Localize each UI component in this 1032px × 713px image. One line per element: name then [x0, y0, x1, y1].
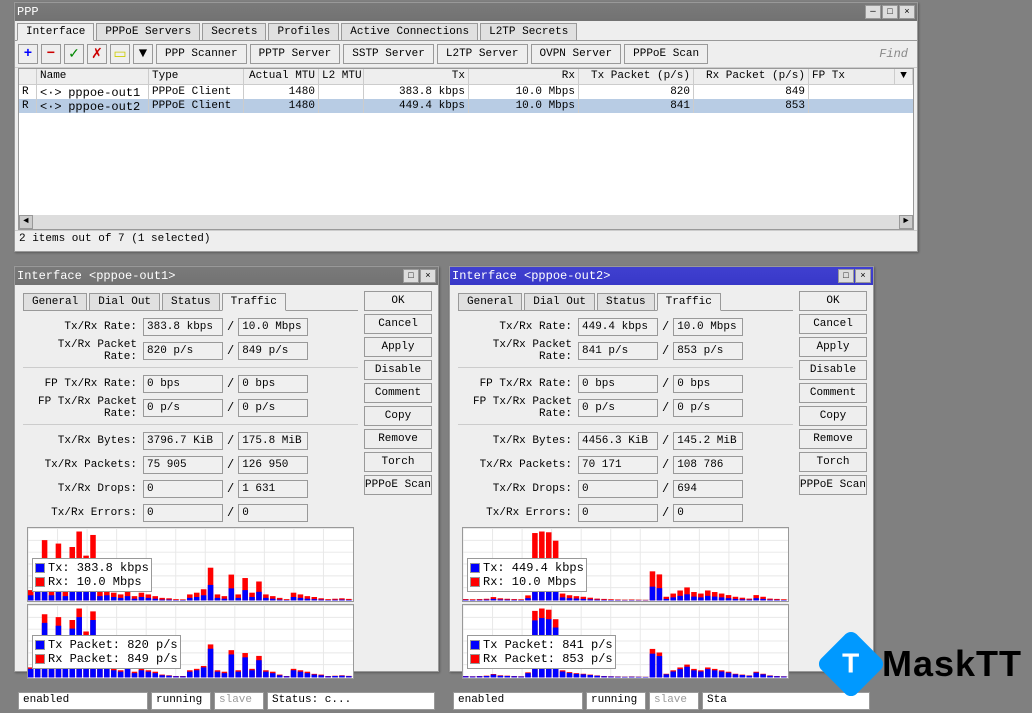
grid-header: Name Type Actual MTU L2 MTU Tx Rx Tx Pac… — [19, 69, 913, 85]
copy-button[interactable]: Copy — [799, 406, 867, 426]
packet-legend: Tx Packet: 841 p/s Rx Packet: 853 p/s — [467, 635, 616, 669]
h-scroll[interactable]: ◄ ► — [19, 215, 913, 229]
comment-button[interactable]: ▭ — [110, 44, 130, 64]
close-button[interactable]: × — [855, 269, 871, 283]
sub2-title: Interface <pppoe-out2> — [452, 269, 610, 283]
rx-rate — [238, 318, 308, 336]
tab-dial-out[interactable]: Dial Out — [524, 293, 595, 310]
col-fptx[interactable]: FP Tx — [809, 69, 895, 84]
tab-dial-out[interactable]: Dial Out — [89, 293, 160, 310]
col-name[interactable]: Name — [37, 69, 149, 84]
tab-status[interactable]: Status — [162, 293, 220, 310]
tab-traffic[interactable]: Traffic — [222, 293, 286, 311]
close-button[interactable]: × — [420, 269, 436, 283]
col-rxp[interactable]: Rx Packet (p/s) — [694, 69, 809, 84]
interface-out2-window: Interface <pppoe-out2> □ × General Dial … — [449, 266, 874, 672]
sub2-titlebar[interactable]: Interface <pppoe-out2> □ × — [450, 267, 873, 285]
pppoe-scan-button[interactable]: PPPoE Scan — [799, 475, 867, 495]
logo-badge-icon: T — [816, 629, 887, 700]
sub1-titlebar[interactable]: Interface <pppoe-out1> □ × — [15, 267, 438, 285]
col-tx[interactable]: Tx — [364, 69, 469, 84]
rx-prate — [238, 342, 308, 360]
maximize-button[interactable]: □ — [882, 5, 898, 19]
sub1-status: enabled running slave Status: c... — [15, 689, 438, 713]
col-type[interactable]: Type — [149, 69, 244, 84]
l2tp-server-button[interactable]: L2TP Server — [437, 44, 528, 64]
logo-text: MaskTT — [882, 643, 1022, 685]
cancel-button[interactable]: Cancel — [799, 314, 867, 334]
rate-chart: Tx: 383.8 kbps Rx: 10.0 Mbps — [27, 527, 354, 602]
tab-interface[interactable]: Interface — [17, 23, 94, 41]
interface-out1-window: Interface <pppoe-out1> □ × General Dial … — [14, 266, 439, 672]
col-l2mtu[interactable]: L2 MTU — [319, 69, 364, 84]
grid-body[interactable]: R <·> pppoe-out1 PPPoE Client 1480 383.8… — [19, 85, 913, 215]
cancel-button[interactable]: Cancel — [364, 314, 432, 334]
copy-button[interactable]: Copy — [364, 406, 432, 426]
rate-chart: Tx: 449.4 kbps Rx: 10.0 Mbps — [462, 527, 789, 602]
minimize-button[interactable]: ─ — [865, 5, 881, 19]
interface-grid: Name Type Actual MTU L2 MTU Tx Rx Tx Pac… — [18, 68, 914, 230]
remove-button[interactable]: Remove — [364, 429, 432, 449]
enable-button[interactable]: ✓ — [64, 44, 84, 64]
tab-general[interactable]: General — [23, 293, 87, 310]
find-field[interactable]: Find — [873, 47, 914, 61]
comment-button[interactable]: Comment — [799, 383, 867, 403]
ppp-tabs: Interface PPPoE Servers Secrets Profiles… — [15, 21, 917, 41]
disable-button[interactable]: Disable — [364, 360, 432, 380]
tab-secrets[interactable]: Secrets — [202, 23, 266, 40]
ppp-titlebar[interactable]: PPP ─ □ × — [15, 3, 917, 21]
remove-button[interactable]: − — [41, 44, 61, 64]
col-dropdown[interactable]: ▼ — [895, 69, 913, 84]
minimize-button[interactable]: □ — [838, 269, 854, 283]
tx-rate — [143, 318, 223, 336]
packet-chart: Tx Packet: 820 p/s Rx Packet: 849 p/s — [27, 604, 354, 679]
comment-button[interactable]: Comment — [364, 383, 432, 403]
tx-prate — [143, 342, 223, 360]
sstp-server-button[interactable]: SSTP Server — [343, 44, 434, 64]
tab-general[interactable]: General — [458, 293, 522, 310]
col-txp[interactable]: Tx Packet (p/s) — [579, 69, 694, 84]
sub1-title: Interface <pppoe-out1> — [17, 269, 175, 283]
ok-button[interactable]: OK — [364, 291, 432, 311]
col-mtu[interactable]: Actual MTU — [244, 69, 319, 84]
rate-legend: Tx: 449.4 kbps Rx: 10.0 Mbps — [467, 558, 587, 592]
tab-status[interactable]: Status — [597, 293, 655, 310]
disable-button[interactable]: ✗ — [87, 44, 107, 64]
rate-legend: Tx: 383.8 kbps Rx: 10.0 Mbps — [32, 558, 152, 592]
apply-button[interactable]: Apply — [799, 337, 867, 357]
apply-button[interactable]: Apply — [364, 337, 432, 357]
disable-button[interactable]: Disable — [799, 360, 867, 380]
table-row[interactable]: R <·> pppoe-out2 PPPoE Client 1480 449.4… — [19, 99, 913, 113]
tab-profiles[interactable]: Profiles — [268, 23, 339, 40]
tab-active-connections[interactable]: Active Connections — [341, 23, 478, 40]
ppp-scanner-button[interactable]: PPP Scanner — [156, 44, 247, 64]
sub2-status: enabled running slave Sta — [450, 689, 873, 713]
ovpn-server-button[interactable]: OVPN Server — [531, 44, 622, 64]
packet-chart: Tx Packet: 841 p/s Rx Packet: 853 p/s — [462, 604, 789, 679]
add-button[interactable]: + — [18, 44, 38, 64]
col-rx[interactable]: Rx — [469, 69, 579, 84]
status-bar: 2 items out of 7 (1 selected) — [15, 230, 917, 247]
ok-button[interactable]: OK — [799, 291, 867, 311]
pptp-server-button[interactable]: PPTP Server — [250, 44, 341, 64]
torch-button[interactable]: Torch — [799, 452, 867, 472]
minimize-button[interactable]: □ — [403, 269, 419, 283]
pppoe-scan-button[interactable]: PPPoE Scan — [364, 475, 432, 495]
torch-button[interactable]: Torch — [364, 452, 432, 472]
tab-l2tp-secrets[interactable]: L2TP Secrets — [480, 23, 577, 40]
tab-pppoe-servers[interactable]: PPPoE Servers — [96, 23, 200, 40]
packet-legend: Tx Packet: 820 p/s Rx Packet: 849 p/s — [32, 635, 181, 669]
ppp-title: PPP — [17, 5, 39, 19]
pppoe-scan-button[interactable]: PPPoE Scan — [624, 44, 708, 64]
tab-traffic[interactable]: Traffic — [657, 293, 721, 311]
filter-icon[interactable]: ▼ — [133, 44, 153, 64]
ppp-window: PPP ─ □ × Interface PPPoE Servers Secret… — [14, 2, 918, 252]
watermark-logo: T MaskTT — [826, 639, 1022, 689]
close-button[interactable]: × — [899, 5, 915, 19]
remove-button[interactable]: Remove — [799, 429, 867, 449]
table-row[interactable]: R <·> pppoe-out1 PPPoE Client 1480 383.8… — [19, 85, 913, 99]
ppp-toolbar: + − ✓ ✗ ▭ ▼ PPP Scanner PPTP Server SSTP… — [15, 41, 917, 68]
